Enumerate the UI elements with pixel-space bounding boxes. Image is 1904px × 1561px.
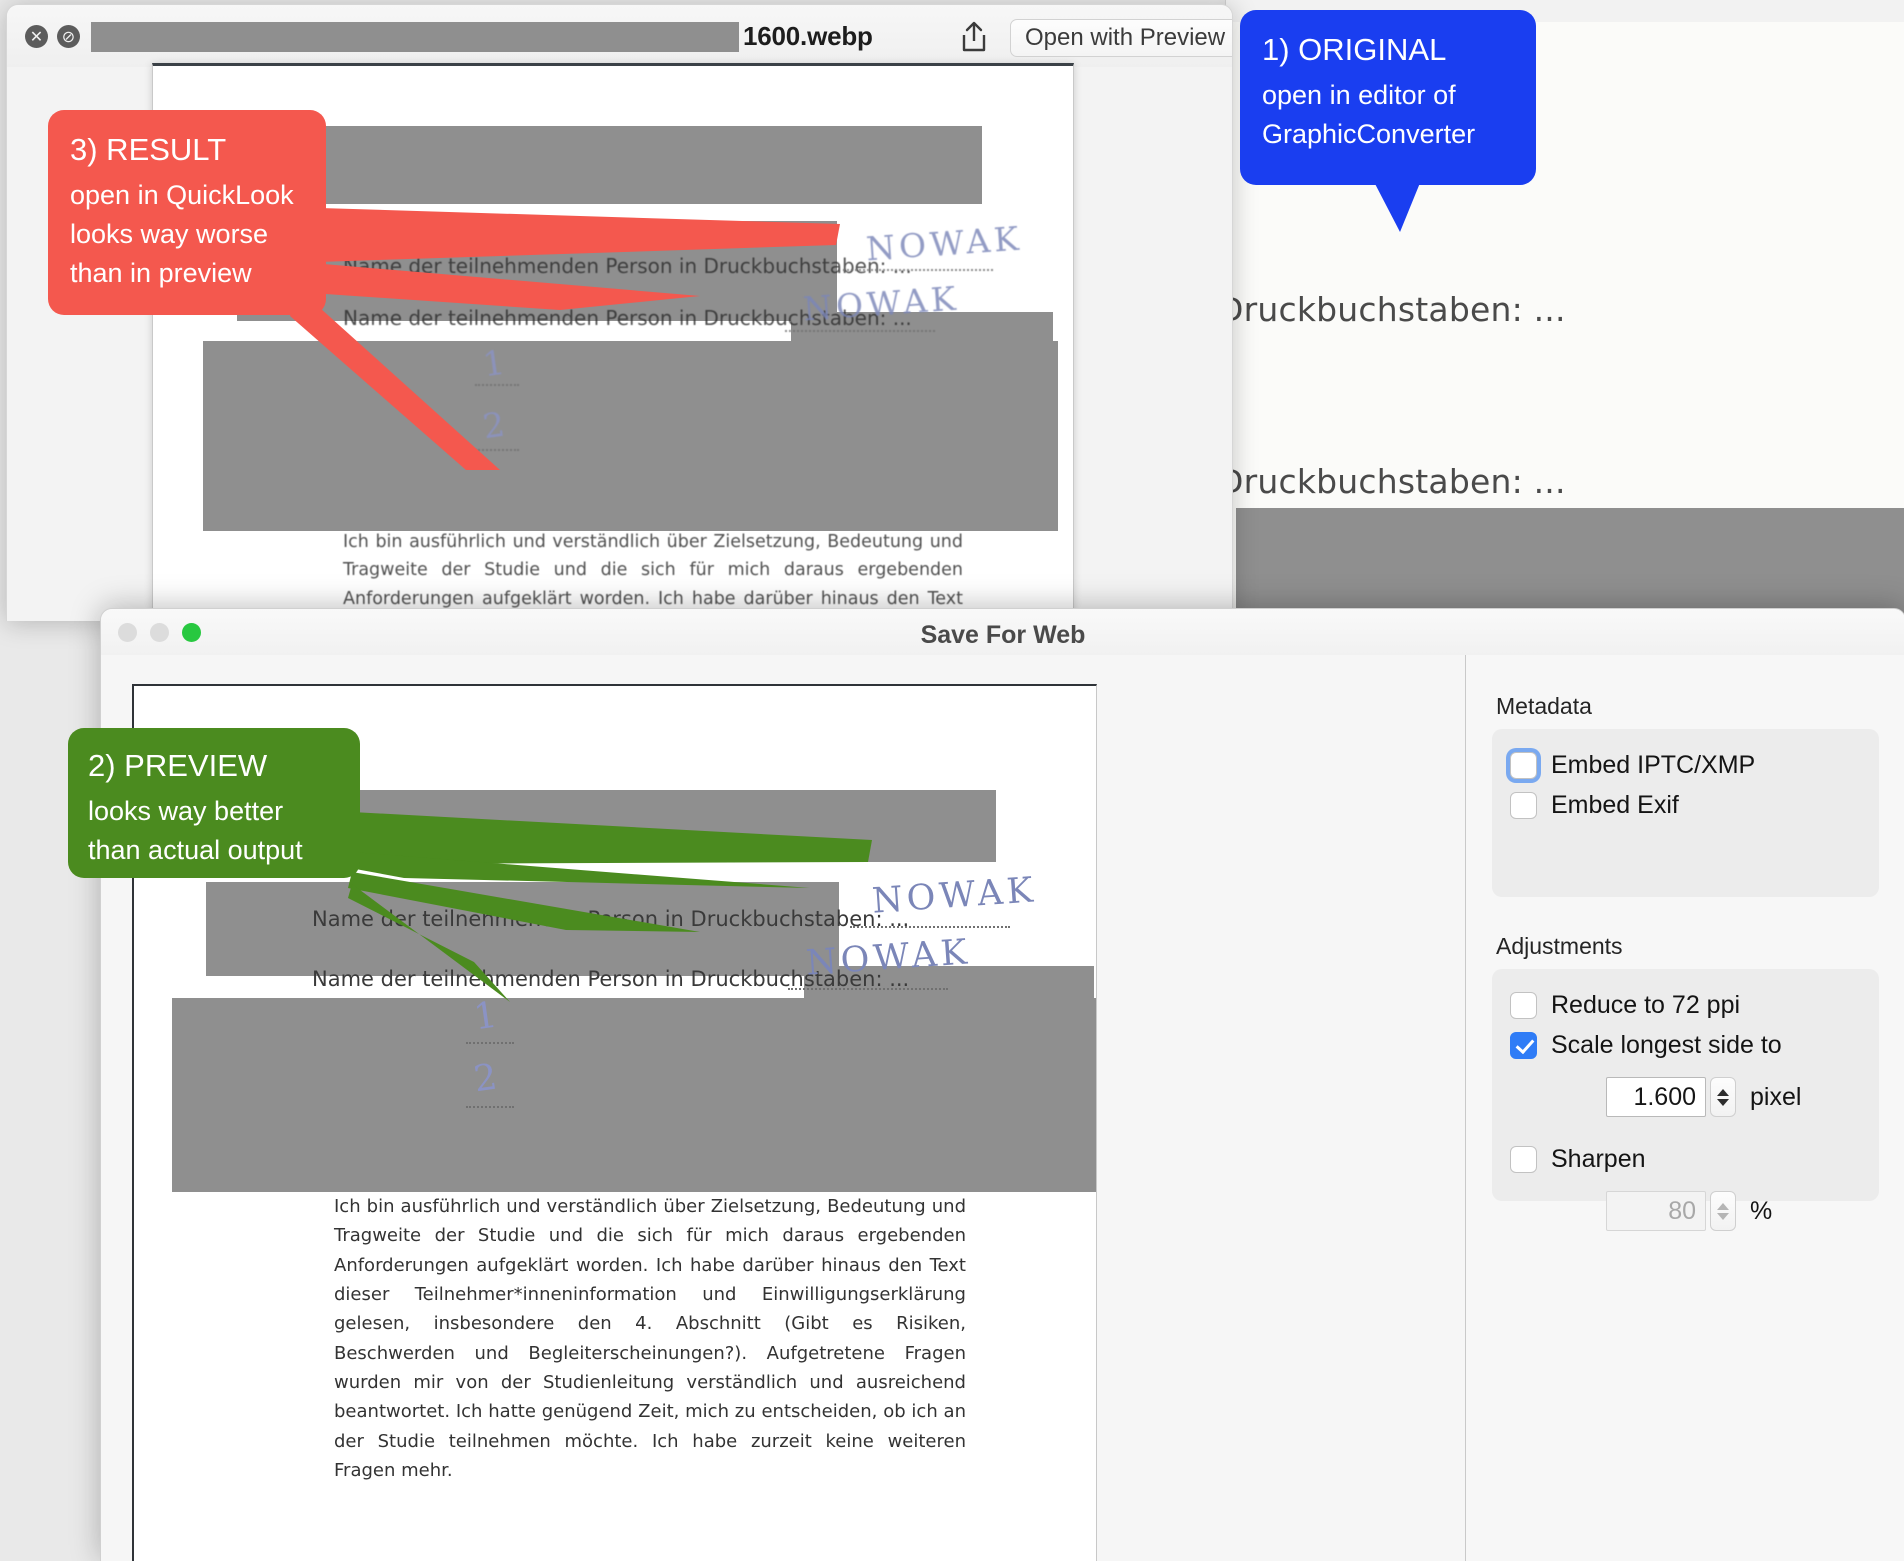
dotted-line [466,1106,514,1108]
document-name-line-original-2: Druckbuchstaben: ... [1225,462,1566,501]
window-title: Save For Web [920,621,1086,649]
redaction-block [773,446,1058,526]
callout-original: 1) ORIGINAL open in editor of GraphicCon… [1240,10,1536,185]
quicklook-toolbar: ✕ ⊘ 1600.webp Open with Preview [7,5,1232,68]
dotted-line [475,384,519,386]
document-paragraph: Ich bin ausführlich und verständlich übe… [334,1196,966,1481]
signature-dotted-line [785,330,935,332]
callout-original-line1: open in editor of [1262,80,1456,110]
scale-longest-side-row[interactable]: Scale longest side to [1510,1025,1861,1065]
handwritten-signature-1: NOWAK [870,870,1039,922]
adjustments-section-label: Adjustments [1496,933,1623,959]
callout-original-title: 1) ORIGINAL [1262,32,1447,67]
sharpen-checkbox[interactable] [1510,1145,1537,1173]
share-icon[interactable] [957,19,991,55]
chevron-up-icon[interactable] [1717,1088,1729,1096]
embed-iptc-xmp-label: Embed IPTC/XMP [1551,750,1756,779]
signature-dotted-line [788,988,948,990]
redacted-path-block [91,22,739,52]
signature-dotted-line [850,926,1010,928]
callout-result-line3: than in preview [70,258,252,289]
scale-longest-side-input[interactable]: 1.600 [1606,1077,1706,1117]
callout-original-line2: GraphicConverter [1262,119,1476,150]
callout-preview-title: 2) PREVIEW [88,748,268,783]
callout-result-title: 3) RESULT [70,132,227,167]
redaction-block [1236,508,1904,620]
callout-preview-line2: than actual output [88,835,303,866]
quicklook-filename: 1600.webp [743,21,873,51]
signature-dotted-line [843,269,993,271]
callout-preview: 2) PREVIEW looks way better than actual … [68,728,360,878]
no-entry-icon[interactable]: ⊘ [57,25,80,48]
embed-iptc-xmp-checkbox[interactable] [1510,751,1537,779]
metadata-options-group: Embed IPTC/XMP Embed Exif [1492,729,1879,897]
embed-exif-row[interactable]: Embed Exif [1510,785,1861,825]
embed-exif-label: Embed Exif [1551,790,1679,819]
callout-result-line1: open in QuickLook [70,180,294,210]
save-for-web-options-sidebar: Metadata Embed IPTC/XMP Embed Exif Adjus… [1465,655,1904,1561]
embed-exif-checkbox[interactable] [1510,791,1537,819]
scale-value-stepper[interactable] [1710,1077,1736,1117]
reduce-to-72ppi-checkbox[interactable] [1510,991,1537,1019]
embed-iptc-xmp-row[interactable]: Embed IPTC/XMP [1510,745,1861,785]
adjustments-options-group: Reduce to 72 ppi Scale longest side to 1… [1492,969,1879,1231]
dotted-line [466,1042,514,1044]
callout-preview-line1: looks way better [88,796,284,826]
sharpen-unit-label: % [1750,1196,1773,1225]
metadata-section-label: Metadata [1496,693,1592,719]
scale-unit-label: pixel [1750,1082,1802,1111]
scale-longest-side-label: Scale longest side to [1551,1030,1782,1059]
redaction-block [237,126,982,204]
chevron-down-icon[interactable] [1717,1098,1729,1106]
dotted-line [475,449,519,451]
document-name-line-original-1: Druckbuchstaben: ... [1225,290,1566,329]
sharpen-amount-input[interactable]: 80 [1606,1191,1706,1231]
callout-result: 3) RESULT open in QuickLook looks way wo… [48,110,326,315]
scale-value-row: 1.600 pixel [1606,1077,1861,1117]
reduce-to-72ppi-row[interactable]: Reduce to 72 ppi [1510,985,1861,1025]
close-icon[interactable]: ✕ [25,25,48,48]
document-name-line-1: Name der teilnehmenden Person in Druckbu… [343,254,912,278]
reduce-to-72ppi-label: Reduce to 72 ppi [1551,990,1741,1019]
handwritten-signature-1: NOWAK [864,218,1024,269]
save-for-web-window[interactable]: Save For Web Name der teilnehmenden Pers… [100,608,1904,1561]
document-name-line-1: Name der teilnehmenden Person in Druckbu… [312,907,910,931]
sharpen-value-row: 80 % [1606,1191,1861,1231]
sharpen-row[interactable]: Sharpen [1510,1139,1861,1179]
chevron-up-icon[interactable] [1717,1202,1729,1210]
scale-longest-side-checkbox[interactable] [1510,1031,1537,1059]
callout-result-line2: looks way worse [70,219,269,250]
sharpen-value-stepper[interactable] [1710,1191,1736,1231]
redaction-block [762,1096,1060,1168]
save-for-web-titlebar: Save For Web [101,609,1904,656]
chevron-down-icon[interactable] [1717,1212,1729,1220]
sharpen-label: Sharpen [1551,1144,1646,1173]
open-with-preview-button[interactable]: Open with Preview [1010,19,1232,57]
